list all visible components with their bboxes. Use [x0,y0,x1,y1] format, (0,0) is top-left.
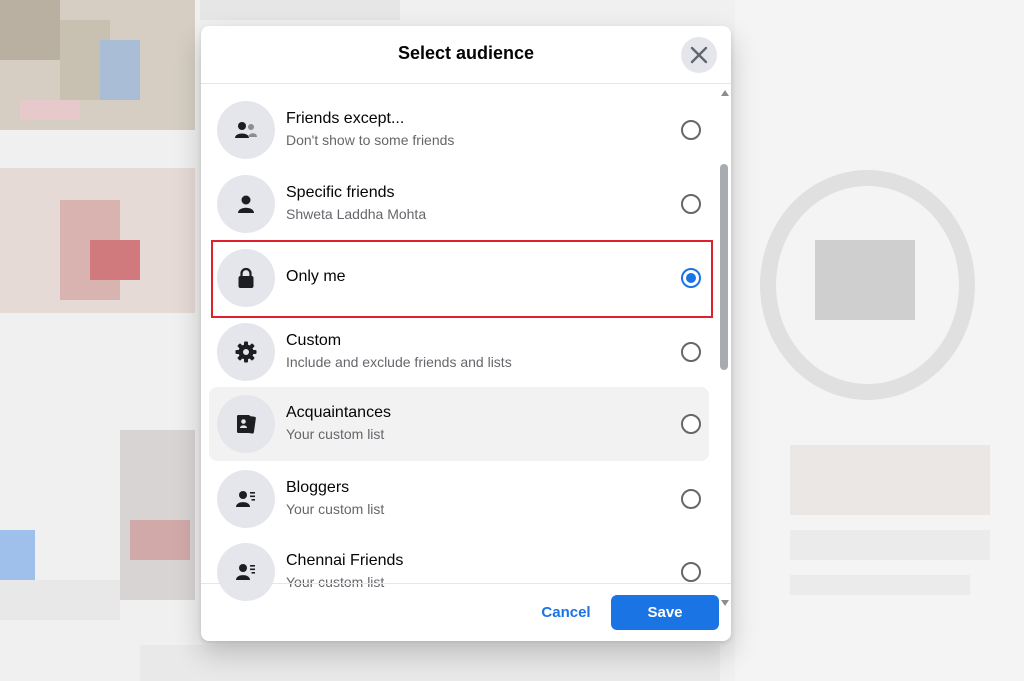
option-sublabel: Shweta Laddha Mohta [286,206,427,222]
radio-button-selected[interactable] [681,268,701,288]
person-list-icon-wrap [217,543,275,601]
footer-divider [201,583,731,584]
option-label: Friends except... [286,110,405,127]
select-audience-dialog: Select audience Friends except... Don't … [201,26,731,641]
option-only-me[interactable]: Only me [209,242,709,314]
save-button[interactable]: Save [611,595,719,630]
option-label: Specific friends [286,184,395,201]
close-button[interactable] [681,37,717,73]
option-bloggers[interactable]: Bloggers Your custom list [209,463,709,535]
option-sublabel: Don't show to some friends [286,132,455,148]
option-specific-friends[interactable]: Specific friends Shweta Laddha Mohta [209,168,709,240]
gear-icon-wrap [217,323,275,381]
radio-button[interactable] [681,120,701,140]
acquaintances-icon [237,415,256,434]
acquaintances-icon-wrap [217,395,275,453]
option-sublabel: Include and exclude friends and lists [286,354,512,370]
option-label: Chennai Friends [286,552,404,569]
radio-button[interactable] [681,489,701,509]
radio-button[interactable] [681,414,701,434]
dialog-title: Select audience [397,43,535,63]
dialog-header: Select audience [201,26,731,84]
option-sublabel: Your custom list [286,574,385,590]
radio-button[interactable] [681,194,701,214]
radio-button[interactable] [681,342,701,362]
audience-list[interactable]: Friends except... Don't show to some fri… [201,84,731,610]
lock-icon-wrap [217,249,275,307]
friends-except-icon-wrap [217,101,275,159]
gear-icon [235,341,257,363]
person-list-icon-wrap [217,470,275,528]
scroll-up-arrow-icon[interactable] [721,90,729,96]
option-sublabel: Your custom list [286,501,385,517]
close-icon [690,46,708,64]
option-label: Custom [286,332,342,349]
person-icon [238,195,254,213]
cancel-button[interactable]: Cancel [527,596,605,630]
person-list-icon [236,491,255,507]
person-list-icon [236,564,255,580]
option-sublabel: Your custom list [286,426,385,442]
person-icon-wrap [217,175,275,233]
option-acquaintances[interactable]: Acquaintances Your custom list [209,387,709,461]
option-label: Only me [286,268,346,285]
scrollbar-thumb[interactable] [720,164,728,370]
lock-icon [238,267,254,288]
friends-except-icon [235,122,257,138]
option-label: Bloggers [286,479,350,496]
option-friends-except[interactable]: Friends except... Don't show to some fri… [209,94,709,166]
option-custom[interactable]: Custom Include and exclude friends and l… [209,316,709,388]
radio-button[interactable] [681,562,701,582]
option-label: Acquaintances [286,404,391,421]
scrollbar[interactable] [718,84,730,610]
scroll-down-arrow-icon[interactable] [721,600,729,606]
